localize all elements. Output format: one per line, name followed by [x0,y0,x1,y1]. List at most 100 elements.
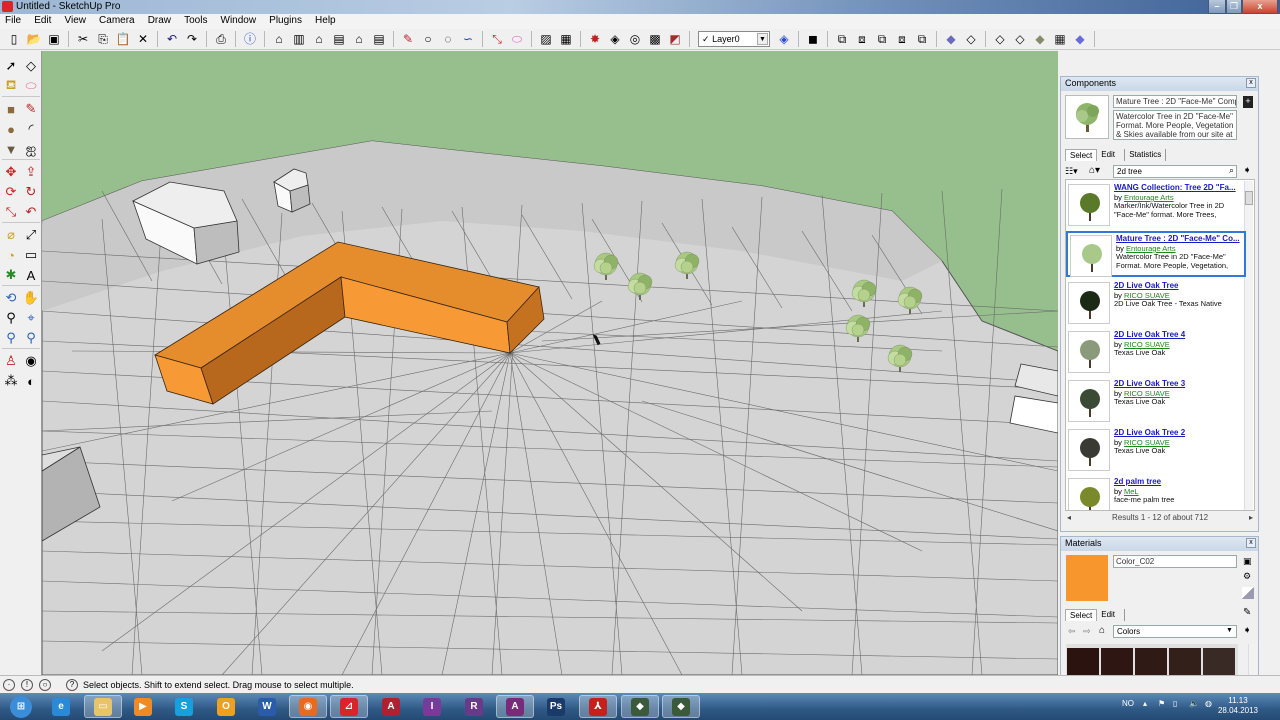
outer-shell-icon[interactable]: ◼ [805,31,821,47]
create-material-icon[interactable]: ▣ [1243,556,1252,567]
help-icon[interactable]: ? [66,679,78,691]
arc-tool-icon[interactable]: ◜ [22,120,40,138]
eyedropper-icon[interactable]: ✎ [1243,607,1251,618]
component-search-input[interactable]: 2d tree [1113,165,1237,178]
pan-icon[interactable]: ✋ [22,289,40,307]
materials-details-icon[interactable]: ➧ [1243,625,1251,636]
material-swatch[interactable] [1067,648,1099,678]
taskbar-app-green-2[interactable]: ◆ [662,695,700,718]
redo-icon[interactable]: ↷ [184,31,200,47]
copy-icon[interactable]: ⎘ [95,31,111,47]
subtract-icon[interactable]: ⧉ [874,31,890,47]
look-around-icon[interactable]: ◉ [22,352,40,370]
drape-icon[interactable]: ◎ [627,31,643,47]
circle-icon[interactable]: ○ [420,31,436,47]
search-icon[interactable]: ⌕ [1229,165,1234,176]
flip-edge-icon[interactable]: ◩ [667,31,683,47]
user-icon[interactable]: ○ [39,679,51,691]
taskbar-inventor[interactable]: I [413,695,451,718]
taskbar-file-explorer[interactable]: ▭ [84,695,122,718]
material-name-field[interactable]: Color_C02 [1113,555,1237,568]
shaded-textures-icon[interactable]: ◆ [1032,31,1048,47]
material-swatch[interactable] [1203,648,1235,678]
menu-plugins[interactable]: Plugins [264,14,307,26]
protractor-icon[interactable]: ◔ [2,246,20,264]
network-icon[interactable]: ◍ [1205,699,1212,708]
default-material-icon[interactable] [1242,587,1254,599]
open-icon[interactable]: 📂 [26,31,42,47]
material-swatch[interactable] [1101,648,1133,678]
component-result-item[interactable]: 2D Live Oak Tree 3 by RICO SUAVE Texas Liv… [1066,378,1246,424]
push-pull-icon[interactable]: ⇪ [22,163,40,181]
volume-icon[interactable]: 🔈 [1189,699,1199,708]
minimize-button[interactable]: – [1208,0,1226,14]
taskbar-acrobat[interactable]: ⅄ [579,695,617,718]
scale-icon[interactable]: ⤡ [2,203,20,221]
cut-icon[interactable]: ✂ [75,31,91,47]
model-info-icon[interactable]: ⓘ [242,31,258,47]
library-dropdown-arrow-icon[interactable]: ▼ [1226,627,1233,634]
taskbar-autocad[interactable]: A [496,695,534,718]
modeling-viewport[interactable] [42,51,1058,675]
print-icon[interactable]: ⎙ [213,31,229,47]
make-component-icon[interactable]: ◇ [22,57,40,75]
paint-eraser-icon[interactable]: ⬭ [509,31,525,47]
wireframe-icon[interactable]: ◇ [963,31,979,47]
taskbar-autocad-architecture[interactable]: A [372,695,410,718]
circle-tool-icon[interactable]: ● [2,120,20,138]
intersect-icon[interactable]: ⧉ [834,31,850,47]
arc-icon[interactable]: ◌ [440,31,456,47]
menu-view[interactable]: View [59,14,91,26]
zoom-extents-icon[interactable]: ⚲ [2,329,20,347]
taskbar-internet-explorer[interactable]: e [42,695,80,718]
component-result-item[interactable]: 2d palm tree by MeL face-me palm tree [1066,476,1246,510]
left-view-icon[interactable]: ▤ [371,31,387,47]
iso-view-icon[interactable]: ⌂ [271,31,287,47]
previous-view-icon[interactable]: ⚲ [22,329,40,347]
component-title[interactable]: 2D Live Oak Tree 2 [1114,428,1185,437]
menu-window[interactable]: Window [216,14,262,26]
component-title[interactable]: 2D Live Oak Tree 4 [1114,330,1185,339]
pencil-icon[interactable]: ✎ [400,31,416,47]
follow-me-icon[interactable]: ↻ [22,183,40,201]
paint-bucket-icon[interactable]: ⛾ [2,77,20,95]
split-icon[interactable]: ⧉ [914,31,930,47]
stamp-icon[interactable]: ◈ [607,31,623,47]
rectangle-icon[interactable]: ■ [2,100,20,118]
tab-statistics[interactable]: Statistics [1125,149,1167,161]
menu-file[interactable]: File [0,14,26,26]
move-icon[interactable]: ✥ [2,163,20,181]
layer-manager-icon[interactable]: ◈ [776,31,792,47]
position-camera-icon[interactable]: ♙ [2,352,20,370]
offset-icon[interactable]: ↶ [22,203,40,221]
language-indicator[interactable]: NO [1122,699,1134,708]
component-description-field[interactable]: Watercolor Tree in 2D "Face-Me" Format. … [1113,110,1237,140]
materials-close-button[interactable]: x [1246,538,1256,548]
geo-location-icon[interactable]: · [3,679,15,691]
rotate-icon[interactable]: ⟳ [2,183,20,201]
component-title[interactable]: Mature Tree : 2D "Face-Me" Co... [1116,234,1240,243]
back-edges-icon[interactable]: ◆ [1072,31,1088,47]
taskbar-skype[interactable]: S [165,695,203,718]
layer-dropdown-arrow-icon[interactable]: ▼ [757,33,768,45]
display-secondary-pane-icon[interactable]: + [1243,96,1253,108]
taskbar-revit[interactable]: R [455,695,493,718]
freehand-icon[interactable]: ∽ [460,31,476,47]
component-title[interactable]: WANG Collection: Tree 2D "Fa... [1114,183,1236,192]
prev-page-icon[interactable]: ◂ [1067,513,1071,522]
system-clock[interactable]: 11.13 28.04.2013 [1218,696,1258,716]
taskbar-media-player[interactable]: ▶ [124,695,162,718]
walk-icon[interactable]: ⁂ [2,372,20,390]
erase-icon[interactable]: ✕ [135,31,151,47]
taskbar-word[interactable]: W [248,695,286,718]
taskbar-outlook[interactable]: O [207,695,245,718]
maximize-button[interactable]: ❐ [1226,0,1242,14]
sandbox-from-scratch-icon[interactable]: ▦ [558,31,574,47]
monochrome-icon[interactable]: ▦ [1052,31,1068,47]
material-swatch[interactable] [1135,648,1167,678]
undo-icon[interactable]: ↶ [164,31,180,47]
taskbar-app-green-1[interactable]: ◆ [621,695,659,718]
back-view-icon[interactable]: ⌂ [351,31,367,47]
axes-icon[interactable]: ✱ [2,266,20,284]
menu-draw[interactable]: Draw [143,14,176,26]
